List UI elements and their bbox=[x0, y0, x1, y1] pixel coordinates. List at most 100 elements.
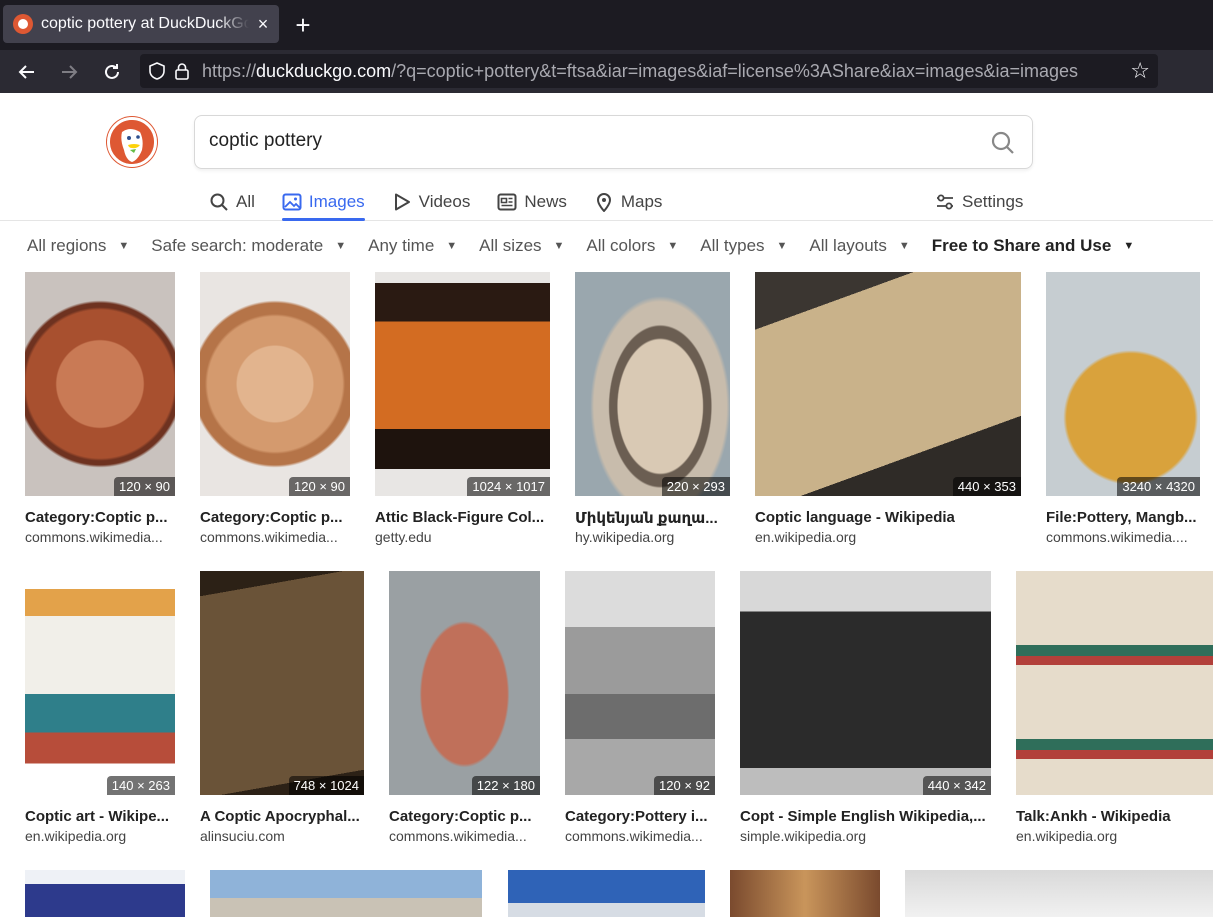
result-thumbnail[interactable]: 140 × 263 bbox=[25, 571, 175, 795]
result-source[interactable]: commons.wikimedia.... bbox=[1046, 529, 1200, 545]
result-title[interactable]: Միկենյան քաղա... bbox=[575, 509, 730, 527]
result-thumbnail[interactable]: 120 × 92 bbox=[565, 571, 715, 795]
filter-size[interactable]: All sizes ▼ bbox=[479, 236, 564, 256]
result-title[interactable]: Copt - Simple English Wikipedia,... bbox=[740, 808, 991, 825]
caret-down-icon: ▼ bbox=[1123, 240, 1135, 252]
browser-tab-bar: coptic pottery at DuckDuckGo × + bbox=[0, 0, 1213, 50]
image-dimensions: 440 × 342 bbox=[922, 776, 991, 795]
result-source[interactable]: commons.wikimedia... bbox=[389, 828, 540, 844]
result-title[interactable]: Coptic language - Wikipedia bbox=[755, 509, 1021, 526]
arrow-right-icon bbox=[62, 65, 78, 79]
url-text[interactable]: https://duckduckgo.com/?q=coptic+pottery… bbox=[202, 61, 1128, 82]
result-thumbnail[interactable] bbox=[730, 870, 880, 917]
result-thumbnail[interactable] bbox=[905, 870, 1213, 917]
result-thumbnail[interactable]: 3240 × 4320 bbox=[1046, 272, 1200, 496]
result-thumbnail[interactable]: 440 × 342 bbox=[740, 571, 991, 795]
image-dimensions: 122 × 180 bbox=[471, 776, 540, 795]
caret-down-icon: ▼ bbox=[118, 240, 130, 252]
result-thumbnail[interactable] bbox=[25, 870, 185, 917]
result-source[interactable]: commons.wikimedia... bbox=[25, 529, 175, 545]
reload-button[interactable] bbox=[97, 57, 127, 87]
image-dimensions: 748 × 1024 bbox=[288, 776, 364, 795]
browser-tab[interactable]: coptic pottery at DuckDuckGo × bbox=[3, 5, 279, 43]
result-source[interactable]: alinsuciu.com bbox=[200, 828, 364, 844]
url-path: /?q=coptic+pottery&t=ftsa&iar=images&iaf… bbox=[391, 61, 1079, 81]
duckduckgo-favicon-icon bbox=[13, 14, 33, 34]
result-source[interactable]: en.wikipedia.org bbox=[1016, 828, 1213, 844]
result-title[interactable]: Attic Black-Figure Col... bbox=[375, 509, 550, 526]
result-thumbnail[interactable]: 1024 × 1017 bbox=[375, 272, 550, 496]
lock-icon[interactable] bbox=[173, 62, 191, 80]
result-title[interactable]: Category:Coptic p... bbox=[25, 509, 175, 526]
result-title[interactable]: Talk:Ankh - Wikipedia bbox=[1016, 808, 1213, 825]
result-source[interactable]: commons.wikimedia... bbox=[200, 529, 350, 545]
result-thumbnail[interactable]: 440 × 353 bbox=[755, 272, 1021, 496]
result-source[interactable]: en.wikipedia.org bbox=[755, 529, 1021, 545]
shield-icon[interactable] bbox=[148, 62, 166, 80]
filter-time[interactable]: Any time ▼ bbox=[368, 236, 457, 256]
result-thumbnail[interactable] bbox=[508, 870, 705, 917]
result-title[interactable]: Category:Coptic p... bbox=[389, 808, 540, 825]
result-thumbnail[interactable] bbox=[210, 870, 482, 917]
result-thumbnail[interactable]: 220 × 293 bbox=[575, 272, 730, 496]
duckduckgo-logo[interactable] bbox=[107, 117, 157, 167]
result-source[interactable]: getty.edu bbox=[375, 529, 550, 545]
image-dimensions: 220 × 293 bbox=[661, 477, 730, 496]
bookmark-star-icon[interactable]: ☆ bbox=[1130, 60, 1150, 82]
back-button[interactable] bbox=[12, 57, 42, 87]
play-icon bbox=[394, 193, 410, 211]
result-thumbnail[interactable]: 120 × 90 bbox=[25, 272, 175, 496]
result-thumbnail[interactable]: 748 × 1024 bbox=[200, 571, 364, 795]
tab-label: News bbox=[524, 192, 567, 211]
filter-region[interactable]: All regions ▼ bbox=[27, 236, 129, 256]
arrow-left-icon bbox=[18, 65, 34, 79]
filter-color[interactable]: All colors ▼ bbox=[586, 236, 678, 256]
result-title[interactable]: A Coptic Apocryphal... bbox=[200, 808, 364, 825]
result-thumbnail[interactable] bbox=[1016, 571, 1213, 795]
settings-button[interactable]: Settings bbox=[935, 185, 1023, 219]
result-source[interactable]: hy.wikipedia.org bbox=[575, 529, 730, 545]
filter-type[interactable]: All types ▼ bbox=[700, 236, 787, 256]
tab-videos[interactable]: Videos bbox=[392, 185, 470, 219]
result-title[interactable]: Coptic art - Wikipe... bbox=[25, 808, 175, 825]
tab-maps[interactable]: Maps bbox=[594, 185, 663, 219]
image-dimensions: 1024 × 1017 bbox=[467, 477, 550, 496]
new-tab-button[interactable]: + bbox=[290, 12, 316, 38]
filter-layout[interactable]: All layouts ▼ bbox=[809, 236, 909, 256]
tab-title: coptic pottery at DuckDuckGo bbox=[41, 15, 249, 32]
image-dimensions: 120 × 90 bbox=[289, 477, 350, 496]
result-source[interactable]: commons.wikimedia... bbox=[565, 828, 715, 844]
image-dimensions: 140 × 263 bbox=[106, 776, 175, 795]
caret-down-icon: ▼ bbox=[667, 240, 679, 252]
forward-button[interactable] bbox=[54, 57, 84, 87]
tab-close-icon[interactable]: × bbox=[253, 14, 273, 35]
filter-safe-search[interactable]: Safe search: moderate ▼ bbox=[151, 236, 346, 256]
search-input[interactable] bbox=[209, 130, 969, 152]
filter-label: All layouts bbox=[809, 236, 887, 255]
address-bar[interactable]: https://duckduckgo.com/?q=coptic+pottery… bbox=[140, 54, 1158, 88]
result-source[interactable]: en.wikipedia.org bbox=[25, 828, 175, 844]
result-thumbnail[interactable]: 122 × 180 bbox=[389, 571, 540, 795]
tab-news[interactable]: News bbox=[497, 185, 567, 219]
search-header: All Images Videos News Maps Settings bbox=[0, 93, 1213, 221]
tab-images[interactable]: Images bbox=[281, 185, 365, 221]
filter-license[interactable]: Free to Share and Use ▼ bbox=[932, 236, 1134, 256]
filter-bar: All regions ▼ Safe search: moderate ▼ Any … bbox=[27, 236, 1156, 256]
search-icon[interactable] bbox=[990, 130, 1016, 156]
caret-down-icon: ▼ bbox=[335, 240, 347, 252]
map-pin-icon bbox=[596, 193, 611, 212]
image-dimensions: 3240 × 4320 bbox=[1117, 477, 1200, 496]
filter-label: All types bbox=[700, 236, 765, 255]
tab-label: Maps bbox=[620, 192, 663, 211]
tab-label: Images bbox=[308, 192, 365, 211]
result-title[interactable]: File:Pottery, Mangb... bbox=[1046, 509, 1200, 526]
image-dimensions: 120 × 92 bbox=[654, 776, 715, 795]
tab-all[interactable]: All bbox=[209, 185, 255, 219]
filter-label: All colors bbox=[586, 236, 656, 255]
result-thumbnail[interactable]: 120 × 90 bbox=[200, 272, 350, 496]
result-source[interactable]: simple.wikipedia.org bbox=[740, 828, 991, 844]
search-icon bbox=[210, 193, 228, 211]
tab-label: All bbox=[236, 192, 255, 211]
result-title[interactable]: Category:Pottery i... bbox=[565, 808, 715, 825]
result-title[interactable]: Category:Coptic p... bbox=[200, 509, 350, 526]
